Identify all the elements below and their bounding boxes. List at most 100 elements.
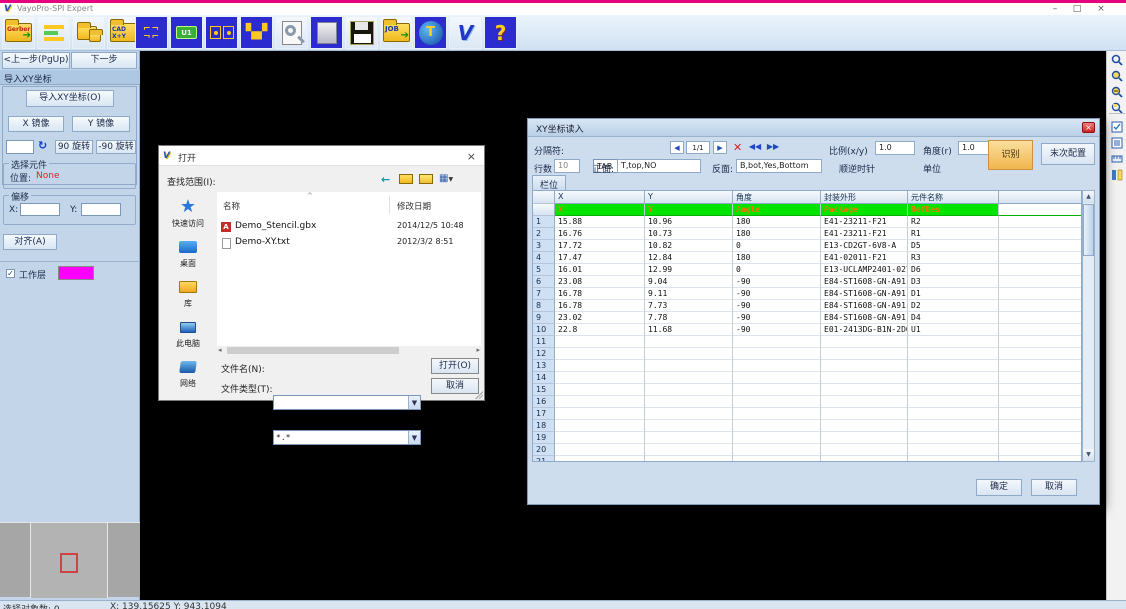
cancel-button[interactable]: 取消 xyxy=(431,378,479,394)
row-number[interactable]: 2 xyxy=(533,228,555,240)
column-header-name[interactable]: 名称 xyxy=(223,200,240,212)
table-cell[interactable]: E01-2413DG-B1N-2DO xyxy=(821,324,908,336)
table-cell[interactable] xyxy=(821,348,908,360)
minimap-viewport[interactable] xyxy=(60,553,78,573)
table-cell[interactable] xyxy=(908,372,999,384)
table-cell[interactable] xyxy=(908,420,999,432)
table-row[interactable]: 20 xyxy=(533,444,1081,456)
table-cell[interactable] xyxy=(733,396,821,408)
row-number[interactable]: 7 xyxy=(533,288,555,300)
table-cell[interactable] xyxy=(645,432,733,444)
split-view-icon[interactable] xyxy=(1109,167,1125,182)
table-cell[interactable]: 10.96 xyxy=(645,216,733,228)
table-row[interactable]: 516.0112.990E13-UCLAMP2401-027D6 xyxy=(533,264,1081,276)
table-row[interactable]: 19 xyxy=(533,432,1081,444)
row-number[interactable]: 16 xyxy=(533,396,555,408)
column-header-y[interactable]: Y xyxy=(645,191,733,204)
table-cell[interactable]: 180 xyxy=(733,252,821,264)
front-input[interactable]: T,top,NO xyxy=(617,159,701,173)
table-cell[interactable]: E84-ST1608-GN-A91 xyxy=(821,276,908,288)
table-cell[interactable]: -90 xyxy=(733,300,821,312)
table-cell[interactable]: 9.04 xyxy=(645,276,733,288)
merge-data-icon[interactable] xyxy=(72,16,105,49)
table-cell[interactable]: E84-ST1608-GN-A91 xyxy=(821,300,908,312)
spi-machine-icon[interactable] xyxy=(310,16,343,49)
xy-cancel-button[interactable]: 取消 xyxy=(1031,479,1077,496)
table-cell[interactable]: D5 xyxy=(908,240,999,252)
table-cell[interactable] xyxy=(645,372,733,384)
table-cell[interactable] xyxy=(645,396,733,408)
table-cell[interactable] xyxy=(555,420,645,432)
row-number[interactable]: 1 xyxy=(533,216,555,228)
place-this-pc[interactable]: 此电脑 xyxy=(161,316,215,349)
table-cell[interactable] xyxy=(555,372,645,384)
table-cell[interactable] xyxy=(733,336,821,348)
table-cell[interactable]: 12.84 xyxy=(645,252,733,264)
row-number[interactable]: 11 xyxy=(533,336,555,348)
table-cell[interactable]: 0 xyxy=(733,240,821,252)
close-button[interactable]: × xyxy=(1090,3,1112,15)
table-cell[interactable]: U1 xyxy=(908,324,999,336)
table-cell[interactable] xyxy=(645,408,733,420)
scrollbar-thumb[interactable] xyxy=(227,347,399,354)
recognize-button[interactable]: 识别 xyxy=(988,140,1033,170)
rotate-icon[interactable]: ↻ xyxy=(38,139,47,152)
open-button[interactable]: 打开(O) xyxy=(431,358,479,374)
table-cell[interactable]: E84-ST1608-GN-A91 xyxy=(821,288,908,300)
table-cell[interactable] xyxy=(555,444,645,456)
column-header-angle[interactable]: 角度 xyxy=(733,191,821,204)
rotate-neg90-button[interactable]: -90 旋转 xyxy=(96,140,136,154)
rotate-90-button[interactable]: 90 旋转 xyxy=(55,140,93,154)
table-cell[interactable]: 17.47 xyxy=(555,252,645,264)
table-cell[interactable]: D1 xyxy=(908,288,999,300)
table-cell[interactable]: 180 xyxy=(733,216,821,228)
table-row[interactable]: 13 xyxy=(533,360,1081,372)
table-cell[interactable]: R3 xyxy=(908,252,999,264)
table-cell[interactable] xyxy=(733,456,821,462)
place-quick-access[interactable]: ★快速访问 xyxy=(161,196,215,229)
table-cell[interactable]: R2 xyxy=(908,216,999,228)
minimize-button[interactable]: – xyxy=(1044,3,1066,15)
first-page-icon[interactable]: ◀◀ xyxy=(748,141,762,154)
table-row[interactable]: 1022.811.68-90E01-2413DG-B1N-2DOU1 xyxy=(533,324,1081,336)
table-row[interactable]: 18 xyxy=(533,420,1081,432)
scroll-down-icon[interactable]: ▼ xyxy=(1083,449,1094,461)
table-cell[interactable]: 12.99 xyxy=(645,264,733,276)
table-row[interactable]: 115.8810.96180E41-23211-F21R2 xyxy=(533,216,1081,228)
table-row[interactable]: 923.027.78-90E84-ST1608-GN-A91D4 xyxy=(533,312,1081,324)
tab-columns[interactable]: 栏位 xyxy=(532,175,566,190)
table-row[interactable]: 15 xyxy=(533,384,1081,396)
place-libraries[interactable]: 库 xyxy=(161,276,215,309)
table-row[interactable]: 21 xyxy=(533,456,1081,462)
align-button[interactable]: 对齐(A) xyxy=(3,234,57,250)
table-cell[interactable]: 7.78 xyxy=(645,312,733,324)
table-cell[interactable]: 23.08 xyxy=(555,276,645,288)
table-row[interactable]: 816.787.73-90E84-ST1608-GN-A91D2 xyxy=(533,300,1081,312)
vertical-scrollbar[interactable]: ▲ ▼ xyxy=(1082,190,1095,462)
table-cell[interactable]: 22.8 xyxy=(555,324,645,336)
place-network[interactable]: 网络 xyxy=(161,356,215,389)
table-cell[interactable]: E41-02011-F21 xyxy=(821,252,908,264)
table-cell[interactable]: 16.78 xyxy=(555,300,645,312)
table-cell[interactable] xyxy=(645,348,733,360)
report-list-icon[interactable] xyxy=(1109,135,1125,150)
table-cell[interactable] xyxy=(733,348,821,360)
up-folder-icon[interactable] xyxy=(399,174,413,184)
row-number[interactable]: 14 xyxy=(533,372,555,384)
resize-grip[interactable] xyxy=(475,391,483,399)
table-cell[interactable] xyxy=(555,348,645,360)
row-number[interactable]: 5 xyxy=(533,264,555,276)
table-cell[interactable]: 11.68 xyxy=(645,324,733,336)
table-cell[interactable]: 16.78 xyxy=(555,288,645,300)
table-cell[interactable]: E41-23211-F21 xyxy=(821,228,908,240)
row-count-input[interactable]: 10 xyxy=(554,159,580,173)
horizontal-scrollbar[interactable]: ◂ ▸ xyxy=(217,346,481,355)
table-cell[interactable] xyxy=(821,420,908,432)
column-header-refdes[interactable]: 元件名称 xyxy=(908,191,999,204)
table-cell[interactable] xyxy=(821,336,908,348)
last-page-icon[interactable]: ▶▶ xyxy=(766,141,780,154)
table-cell[interactable] xyxy=(555,408,645,420)
table-cell[interactable] xyxy=(908,384,999,396)
column-header-package[interactable]: 封装外形 xyxy=(821,191,908,204)
table-cell[interactable]: D2 xyxy=(908,300,999,312)
